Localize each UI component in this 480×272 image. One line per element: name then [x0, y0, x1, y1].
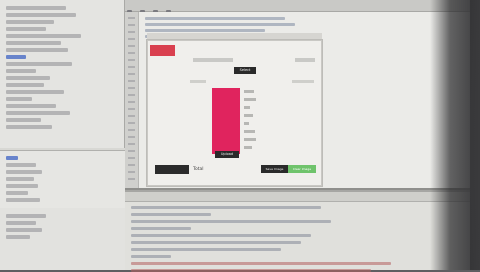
- total-input[interactable]: [155, 165, 189, 174]
- explorer-item[interactable]: [6, 6, 66, 10]
- option-item[interactable]: [244, 98, 256, 101]
- text-label-bar: [295, 58, 315, 62]
- console-line: [131, 213, 211, 216]
- option-item[interactable]: [244, 114, 253, 117]
- color-swatch[interactable]: [150, 45, 175, 56]
- console-line: [131, 248, 281, 251]
- outline-item[interactable]: [6, 198, 40, 202]
- option-item[interactable]: [244, 90, 254, 93]
- outline-item[interactable]: [6, 177, 34, 181]
- text-label-bar: [190, 80, 206, 83]
- outline-item[interactable]: [6, 170, 42, 174]
- clear-image-button[interactable]: Clear Image: [288, 165, 316, 173]
- console-line: [131, 234, 311, 237]
- panel-item[interactable]: [6, 228, 42, 232]
- code-line: [145, 29, 265, 32]
- explorer-item[interactable]: [6, 13, 76, 17]
- explorer-item-selected[interactable]: [6, 55, 26, 59]
- explorer-item[interactable]: [6, 34, 81, 38]
- console-line: [131, 206, 321, 209]
- text-label-bar: [292, 80, 314, 83]
- text-label-bar: [193, 58, 233, 62]
- option-item[interactable]: [244, 138, 256, 141]
- console-line: [131, 241, 301, 244]
- code-line: [145, 23, 295, 26]
- option-item[interactable]: [244, 122, 249, 125]
- option-list: [244, 90, 256, 150]
- save-image-button[interactable]: Save Image: [261, 165, 288, 173]
- panel-item[interactable]: [6, 235, 30, 239]
- explorer-item[interactable]: [6, 125, 52, 129]
- total-label: Total: [193, 167, 204, 172]
- select-button[interactable]: Select: [234, 67, 256, 74]
- option-item[interactable]: [244, 130, 255, 133]
- explorer-item[interactable]: [6, 111, 70, 115]
- explorer-item[interactable]: [6, 76, 50, 80]
- explorer-item[interactable]: [6, 90, 64, 94]
- outline-panel[interactable]: [0, 150, 125, 208]
- console-line: [131, 227, 191, 230]
- explorer-item[interactable]: [6, 97, 32, 101]
- console-line: [131, 255, 171, 258]
- panel-item[interactable]: [6, 221, 36, 225]
- outline-item[interactable]: [6, 184, 38, 188]
- editor-toolbar: [125, 0, 470, 15]
- console-error-line: [131, 262, 391, 265]
- outline-item-selected[interactable]: [6, 156, 18, 160]
- explorer-item[interactable]: [6, 83, 44, 87]
- explorer-item[interactable]: [6, 20, 54, 24]
- panel-item[interactable]: [6, 214, 46, 218]
- outline-item[interactable]: [6, 163, 36, 167]
- explorer-item[interactable]: [6, 27, 46, 31]
- line-number-gutter: [125, 12, 139, 190]
- image-preview-area: [212, 88, 240, 154]
- option-item[interactable]: [244, 106, 250, 109]
- console-panel[interactable]: [125, 190, 470, 272]
- explorer-item[interactable]: [6, 48, 68, 52]
- project-explorer-panel[interactable]: [0, 0, 125, 148]
- upload-button[interactable]: Upload: [215, 151, 239, 158]
- console-tab-bar[interactable]: [125, 192, 470, 202]
- explorer-item[interactable]: [6, 62, 72, 66]
- explorer-item[interactable]: [6, 118, 41, 122]
- explorer-item[interactable]: [6, 104, 56, 108]
- explorer-item[interactable]: [6, 41, 61, 45]
- outline-item[interactable]: [6, 191, 28, 195]
- screen-glare: [430, 0, 480, 270]
- option-item[interactable]: [244, 146, 252, 149]
- explorer-item[interactable]: [6, 69, 36, 73]
- console-line: [131, 220, 331, 223]
- code-line: [145, 17, 285, 20]
- bottom-left-panel[interactable]: [0, 208, 125, 270]
